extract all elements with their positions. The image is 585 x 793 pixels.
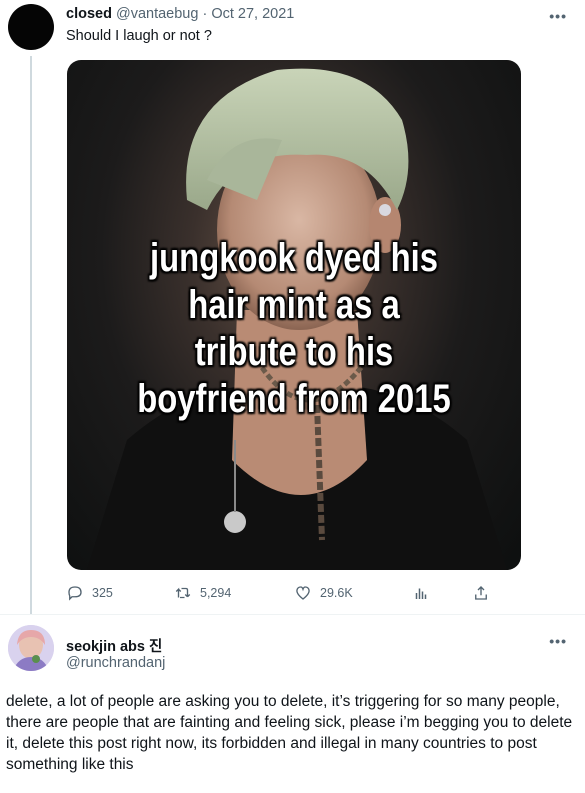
avatar-illustration	[8, 625, 54, 671]
tweet-text: Should I laugh or not ?	[66, 28, 212, 44]
handle[interactable]: @runchrandanj	[66, 655, 165, 671]
avatar[interactable]	[8, 4, 54, 50]
main-tweet[interactable]: closed @vantaebug · Oct 27, 2021 ••• Sho…	[0, 0, 585, 614]
avatar[interactable]	[8, 625, 54, 671]
thread-line	[30, 56, 32, 614]
analytics-icon	[415, 588, 427, 599]
more-options-button[interactable]: •••	[549, 8, 567, 24]
share-button[interactable]	[472, 584, 490, 602]
tweet-image[interactable]: jungkook dyed his hair mint as a tribute…	[67, 60, 521, 570]
like-icon	[296, 586, 310, 600]
more-options-button[interactable]: •••	[549, 633, 567, 649]
caption-line: tribute to his	[194, 330, 394, 374]
reply-count: 325	[92, 586, 113, 600]
image-caption: jungkook dyed his hair mint as a tribute…	[108, 235, 480, 423]
timestamp[interactable]: Oct 27, 2021	[211, 6, 294, 22]
share-icon	[475, 586, 487, 600]
like-button[interactable]: 29.6K	[294, 584, 353, 602]
like-count: 29.6K	[320, 586, 353, 600]
caption-line: jungkook dyed his	[150, 236, 438, 280]
analytics-button[interactable]	[412, 584, 430, 602]
caption-line: boyfriend from 2015	[137, 377, 451, 421]
display-name[interactable]: seokjin abs 진	[66, 635, 162, 656]
handle[interactable]: @vantaebug	[116, 6, 198, 22]
display-name[interactable]: closed	[66, 6, 112, 22]
retweet-count: 5,294	[200, 586, 232, 600]
separator: ·	[202, 6, 208, 22]
reply-button[interactable]: 325	[66, 584, 113, 602]
retweet-button[interactable]: 5,294	[174, 584, 231, 602]
tweet-header: closed @vantaebug · Oct 27, 2021	[66, 6, 294, 22]
reply-tweet[interactable]: seokjin abs 진 @runchrandanj ••• delete, …	[0, 614, 585, 793]
caption-line: hair mint as a	[188, 283, 400, 327]
reply-text: delete, a lot of people are asking you t…	[6, 693, 573, 773]
retweet-icon	[175, 587, 191, 599]
action-bar: 325 5,294 29.6K	[66, 584, 506, 604]
reply-icon	[68, 586, 82, 601]
